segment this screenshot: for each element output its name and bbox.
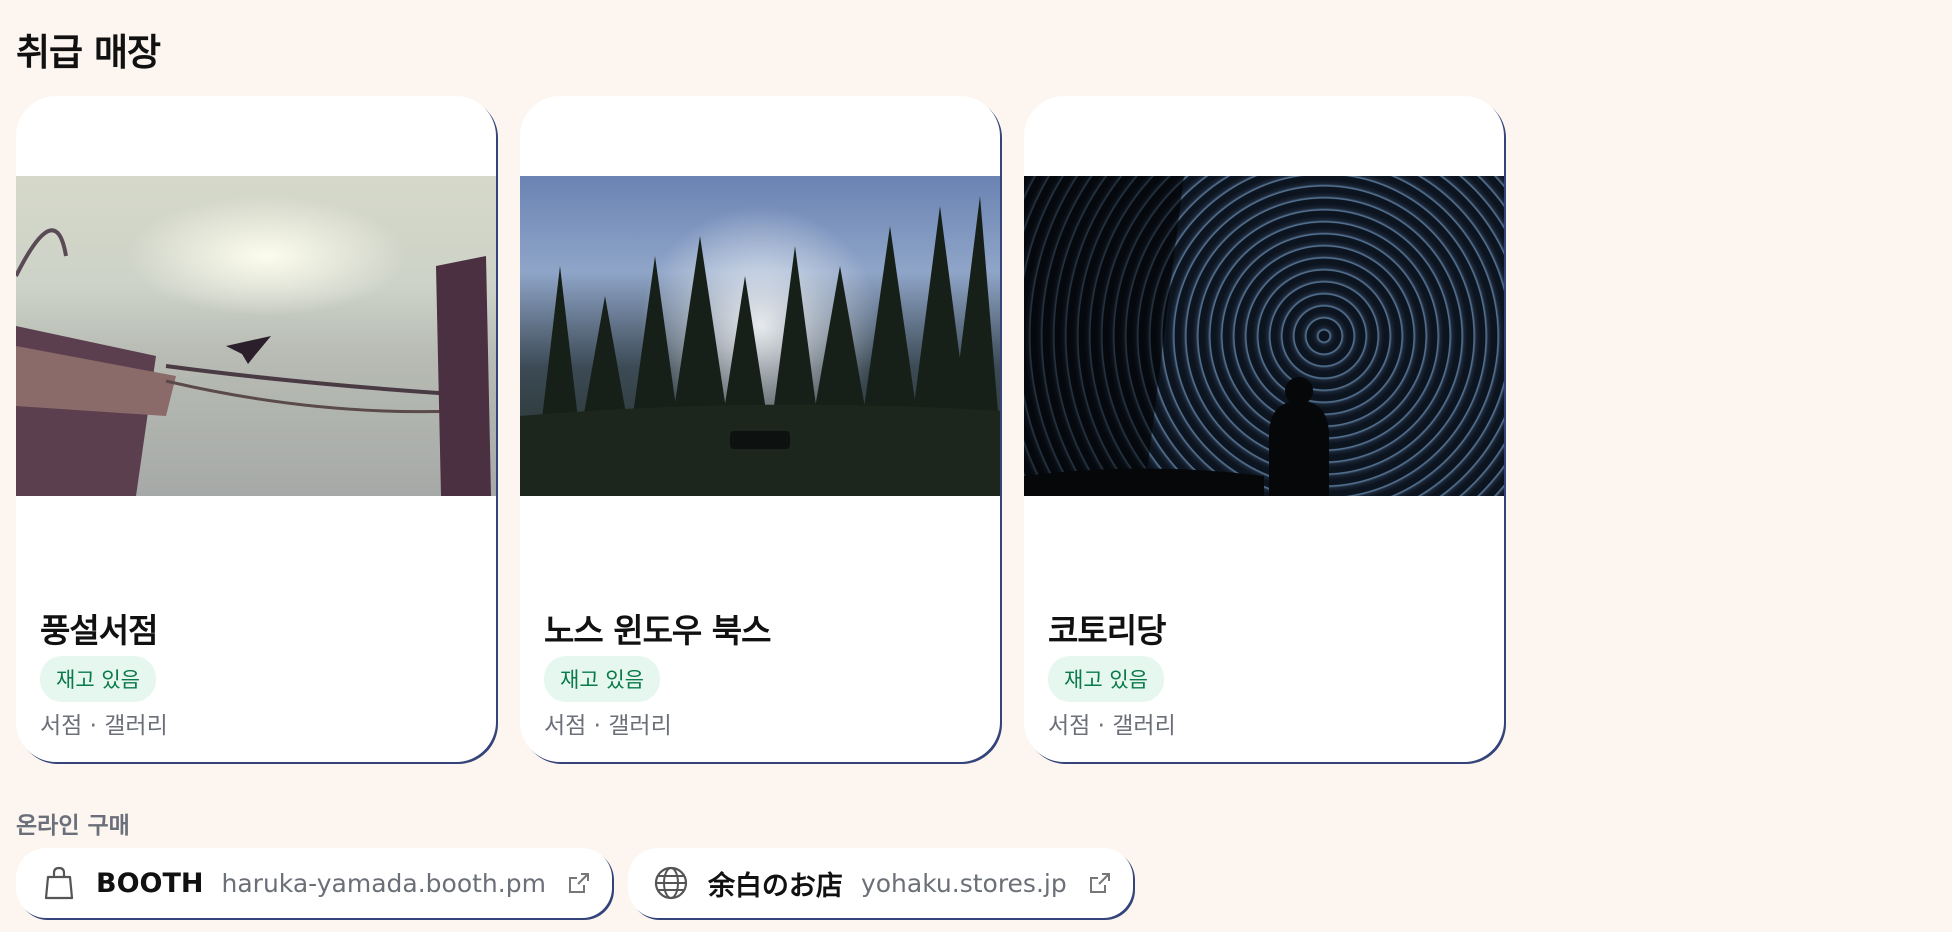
globe-icon [654,866,688,900]
store-photo [1024,176,1504,496]
link-name: 余白のお店 [707,870,843,902]
store-name: 노스 윈도우 북스 [544,611,771,650]
section-title: 취급 매장 [16,31,161,74]
stock-badge: 재고 있음 [544,656,660,702]
yohaku-link[interactable]: 余白のお店 yohaku.stores.jp [627,848,1133,918]
stock-badge: 재고 있음 [1048,656,1164,702]
link-name: BOOTH [96,867,204,899]
store-name: 풍설서점 [40,611,158,650]
store-photo [16,176,496,496]
store-category: 서점 · 갤러리 [40,713,168,739]
link-url: haruka-yamada.booth.pm [221,868,546,898]
store-category: 서점 · 갤러리 [544,713,672,739]
external-link-icon [1089,872,1111,894]
store-card[interactable]: 풍설서점 재고 있음 서점 · 갤러리 [16,96,496,762]
stock-badge: 재고 있음 [40,656,156,702]
link-url: yohaku.stores.jp [860,868,1067,898]
external-link-icon [568,872,590,894]
store-photo [520,176,1000,496]
store-card[interactable]: 코토리당 재고 있음 서점 · 갤러리 [1024,96,1504,762]
forest-scene [520,196,1000,496]
store-category: 서점 · 갤러리 [1048,713,1176,739]
booth-link[interactable]: BOOTH haruka-yamada.booth.pm [16,848,612,918]
shopping-bag-icon [42,866,76,900]
store-card-list: 풍설서점 재고 있음 서점 · 갤러리 노스 윈도우 북스 재고 있음 서점 ·… [16,96,1504,762]
store-card[interactable]: 노스 윈도우 북스 재고 있음 서점 · 갤러리 [520,96,1000,762]
online-purchase-label: 온라인 구매 [16,813,130,839]
store-name: 코토리당 [1048,611,1166,650]
online-link-list: BOOTH haruka-yamada.booth.pm 余白のお店 yohak… [16,848,1133,918]
harbor-scene [16,228,491,496]
star-trails-scene [1024,176,1329,496]
